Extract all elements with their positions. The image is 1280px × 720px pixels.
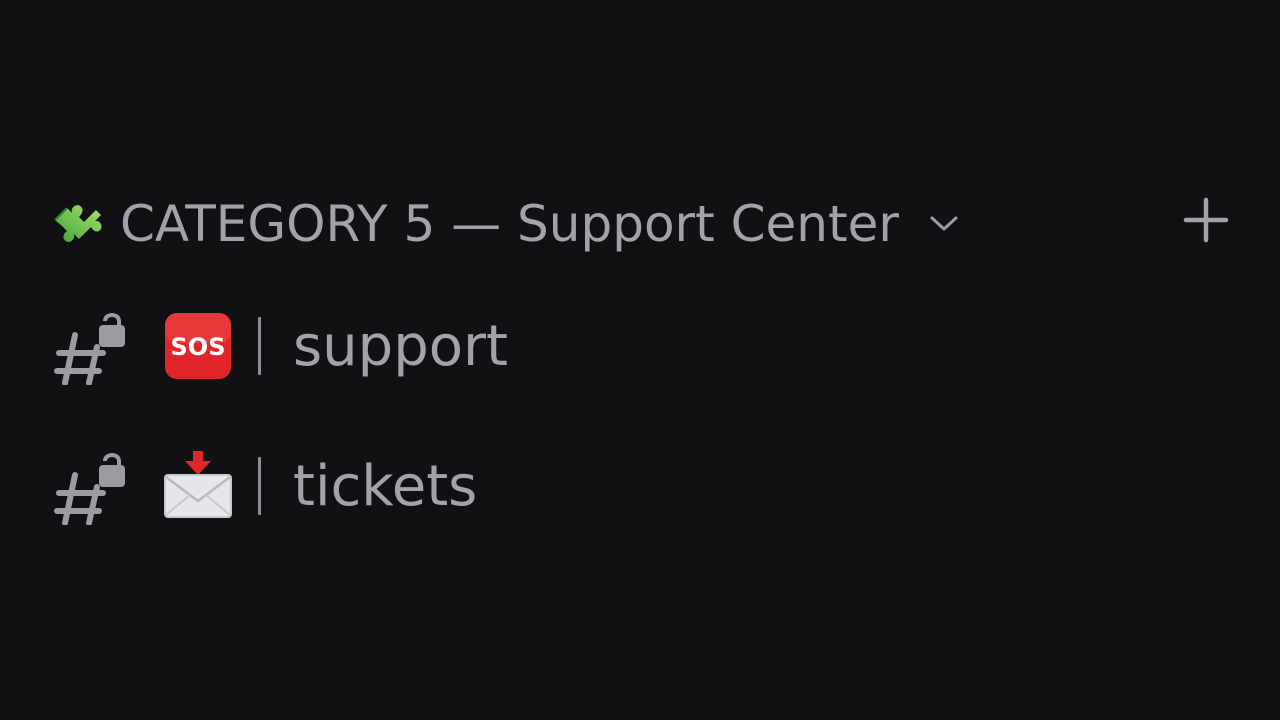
svg-text:SOS: SOS <box>171 333 226 361</box>
channel-name: tickets <box>293 453 478 519</box>
add-channel-button[interactable] <box>1180 184 1232 260</box>
channel-item-tickets[interactable]: tickets <box>52 436 952 536</box>
chevron-down-icon[interactable] <box>927 207 961 241</box>
category-title: CATEGORY 5 — Support Center <box>120 195 899 253</box>
sos-icon: SOS <box>162 310 234 382</box>
envelope-arrow-icon <box>162 450 234 522</box>
plus-icon <box>1182 196 1230 248</box>
channel-item-support[interactable]: SOS support <box>52 296 952 396</box>
channel-separator <box>258 457 261 515</box>
locked-text-channel-icon <box>52 446 132 526</box>
puzzle-piece-icon <box>48 193 110 255</box>
channel-name: support <box>293 313 509 379</box>
channel-separator <box>258 317 261 375</box>
category-header[interactable]: CATEGORY 5 — Support Center <box>48 186 1248 262</box>
channel-list: CATEGORY 5 — Support Center SOS support … <box>0 0 1280 720</box>
locked-text-channel-icon <box>52 306 132 386</box>
